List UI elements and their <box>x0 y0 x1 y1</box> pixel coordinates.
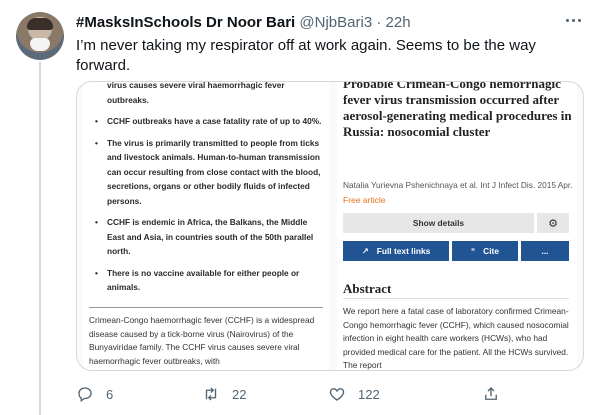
quote-icon: “ <box>470 246 476 256</box>
bullet-item: The virus is primarily transmitted to pe… <box>95 136 323 209</box>
separator-dot: · <box>376 14 382 31</box>
tweet-text: I’m never taking my respirator off at wo… <box>76 37 536 74</box>
cite-button: “ Cite <box>452 241 518 261</box>
full-text-links-button: ↗ Full text links <box>343 241 449 261</box>
bullet-item: There is no vaccine available for either… <box>95 266 323 295</box>
reply-button[interactable]: 6 <box>76 385 113 403</box>
avatar[interactable] <box>16 12 64 60</box>
bullet-item: CCHF is endemic in Africa, the Balkans, … <box>95 215 323 259</box>
article-panel: Probable Crimean-Congo hemorrhagic fever… <box>337 82 577 370</box>
reply-icon <box>78 387 92 403</box>
divider <box>89 307 323 308</box>
abstract-heading: Abstract <box>343 281 392 296</box>
share-icon <box>485 387 497 400</box>
fact-sheet-panel: virus causes severe viral haemorrhagic f… <box>83 82 329 370</box>
abstract-text: We report here a fatal case of laborator… <box>343 306 569 370</box>
avatar-mask <box>30 38 50 51</box>
article-authors: Natalia Yurievna Pshenichnaya et al. Int… <box>343 180 573 190</box>
tweet-time[interactable]: 22h <box>386 14 411 31</box>
retweet-count: 22 <box>232 386 247 402</box>
free-article-label: Free article <box>343 195 386 205</box>
like-button[interactable]: 122 <box>328 385 380 403</box>
like-icon <box>329 388 345 401</box>
tweet-actions: 6 22 122 <box>76 385 576 405</box>
share-button[interactable] <box>482 385 500 403</box>
fact-intro: Crimean-Congo haemorrhagic fever (CCHF) … <box>89 315 315 366</box>
article-title: Probable Crimean-Congo hemorrhagic fever… <box>343 81 572 139</box>
author-handle[interactable]: @NjbBari3 <box>299 14 372 31</box>
more-options-button: ... <box>521 241 569 261</box>
tweet-header: #MasksInSchools Dr Noor Bari @NjbBari3 ·… <box>76 13 411 33</box>
full-text-label: Full text links <box>376 246 431 256</box>
reply-count: 6 <box>106 386 114 402</box>
thread-line <box>39 62 41 415</box>
cite-label: Cite <box>483 246 499 256</box>
avatar-hair <box>27 18 53 30</box>
divider <box>343 298 569 299</box>
bullet-item: CCHF outbreaks have a case fatality rate… <box>95 114 323 129</box>
external-link-icon: ↗ <box>361 246 369 256</box>
author-name[interactable]: #MasksInSchools Dr Noor Bari <box>76 14 295 31</box>
retweet-button[interactable]: 22 <box>202 385 246 403</box>
show-details-button: Show details <box>343 213 534 233</box>
retweet-icon <box>205 387 217 401</box>
gear-icon: ⚙ <box>537 213 569 233</box>
bullet-item: virus causes severe viral haemorrhagic f… <box>107 81 285 105</box>
fact-bullets: virus causes severe viral haemorrhagic f… <box>95 82 323 302</box>
more-icon[interactable] <box>562 12 584 28</box>
like-count: 122 <box>358 386 380 402</box>
tweet-media-image[interactable]: virus causes severe viral haemorrhagic f… <box>76 81 584 371</box>
